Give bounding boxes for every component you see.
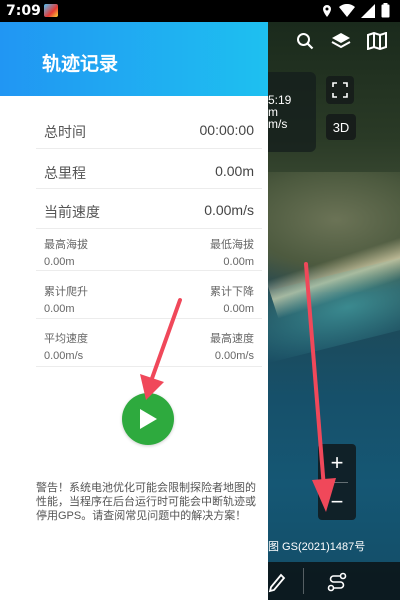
search-icon[interactable]	[294, 30, 316, 52]
track-record-drawer: 轨迹记录 总时间 00:00:00 总里程 0.00m 当前速度 0.00m/s…	[0, 22, 268, 600]
divider	[36, 148, 262, 149]
wifi-icon	[339, 3, 355, 17]
divider	[36, 228, 262, 229]
total-distance-row: 总里程 0.00m	[44, 163, 254, 183]
map-info-card: 5:19 m m/s	[262, 72, 316, 152]
draw-icon[interactable]	[268, 571, 288, 598]
divider	[36, 318, 262, 319]
status-bar: 7:09	[0, 0, 400, 22]
total-time-value: 00:00:00	[199, 122, 255, 138]
layers-icon[interactable]	[330, 30, 352, 52]
avg-speed-label: 平均速度	[44, 333, 88, 345]
divider	[36, 270, 262, 271]
map-top-toolbar	[268, 30, 400, 52]
expand-icon	[332, 82, 348, 98]
signal-icon	[361, 3, 375, 18]
map-icon[interactable]	[366, 30, 388, 52]
divider	[36, 366, 262, 367]
map-bottom-bar	[268, 562, 400, 600]
current-speed-label: 当前速度	[44, 204, 100, 220]
total-distance-value: 0.00m	[215, 163, 254, 179]
location-icon	[323, 4, 331, 17]
play-icon	[140, 409, 157, 429]
battery-warning-text: 警告！系统电池优化可能会限制探险者地图的性能，当程序在后台运行时可能会中断轨迹或…	[36, 482, 256, 522]
total-time-row: 总时间 00:00:00	[44, 122, 254, 142]
divider	[36, 188, 262, 189]
total-time-label: 总时间	[44, 124, 86, 140]
current-speed-value: 0.00m/s	[204, 202, 254, 218]
current-speed-row: 当前速度 0.00m/s	[44, 202, 254, 222]
zoom-in-button[interactable]: +	[318, 444, 356, 482]
total-ascent-label: 累计爬升	[44, 286, 88, 298]
zoom-control: + −	[318, 444, 356, 520]
info-line-3: m/s	[268, 117, 288, 131]
max-speed-label: 最高速度	[210, 333, 254, 345]
drawer-title: 轨迹记录	[42, 53, 119, 75]
total-descent-value: 0.00m	[223, 303, 254, 315]
fullscreen-button[interactable]	[326, 76, 354, 104]
3d-toggle-button[interactable]: 3D	[326, 114, 356, 140]
drawer-header: 轨迹记录	[0, 22, 268, 96]
battery-icon	[381, 3, 390, 18]
zoom-out-button[interactable]: −	[318, 483, 356, 521]
speed-pair: 平均速度 最高速度 0.00m/s 0.00m/s	[44, 330, 254, 362]
status-time: 7:09	[6, 3, 41, 19]
max-altitude-label: 最高海拔	[44, 239, 88, 251]
map-approval-number: 图 GS(2021)1487号	[268, 541, 366, 553]
start-record-button[interactable]	[122, 393, 174, 445]
min-altitude-label: 最低海拔	[210, 239, 254, 251]
altitude-pair: 最高海拔 最低海拔 0.00m 0.00m	[44, 236, 254, 268]
avg-speed-value: 0.00m/s	[44, 350, 84, 362]
climb-pair: 累计爬升 累计下降 0.00m 0.00m	[44, 283, 254, 315]
app-notification-icon	[44, 4, 58, 17]
total-descent-label: 累计下降	[210, 286, 254, 298]
status-icons	[321, 3, 390, 18]
min-altitude-value: 0.00m	[223, 256, 254, 268]
route-icon[interactable]	[326, 571, 348, 598]
total-distance-label: 总里程	[44, 165, 86, 181]
max-speed-value: 0.00m/s	[214, 350, 254, 362]
total-ascent-value: 0.00m	[44, 303, 75, 315]
max-altitude-value: 0.00m	[44, 256, 75, 268]
